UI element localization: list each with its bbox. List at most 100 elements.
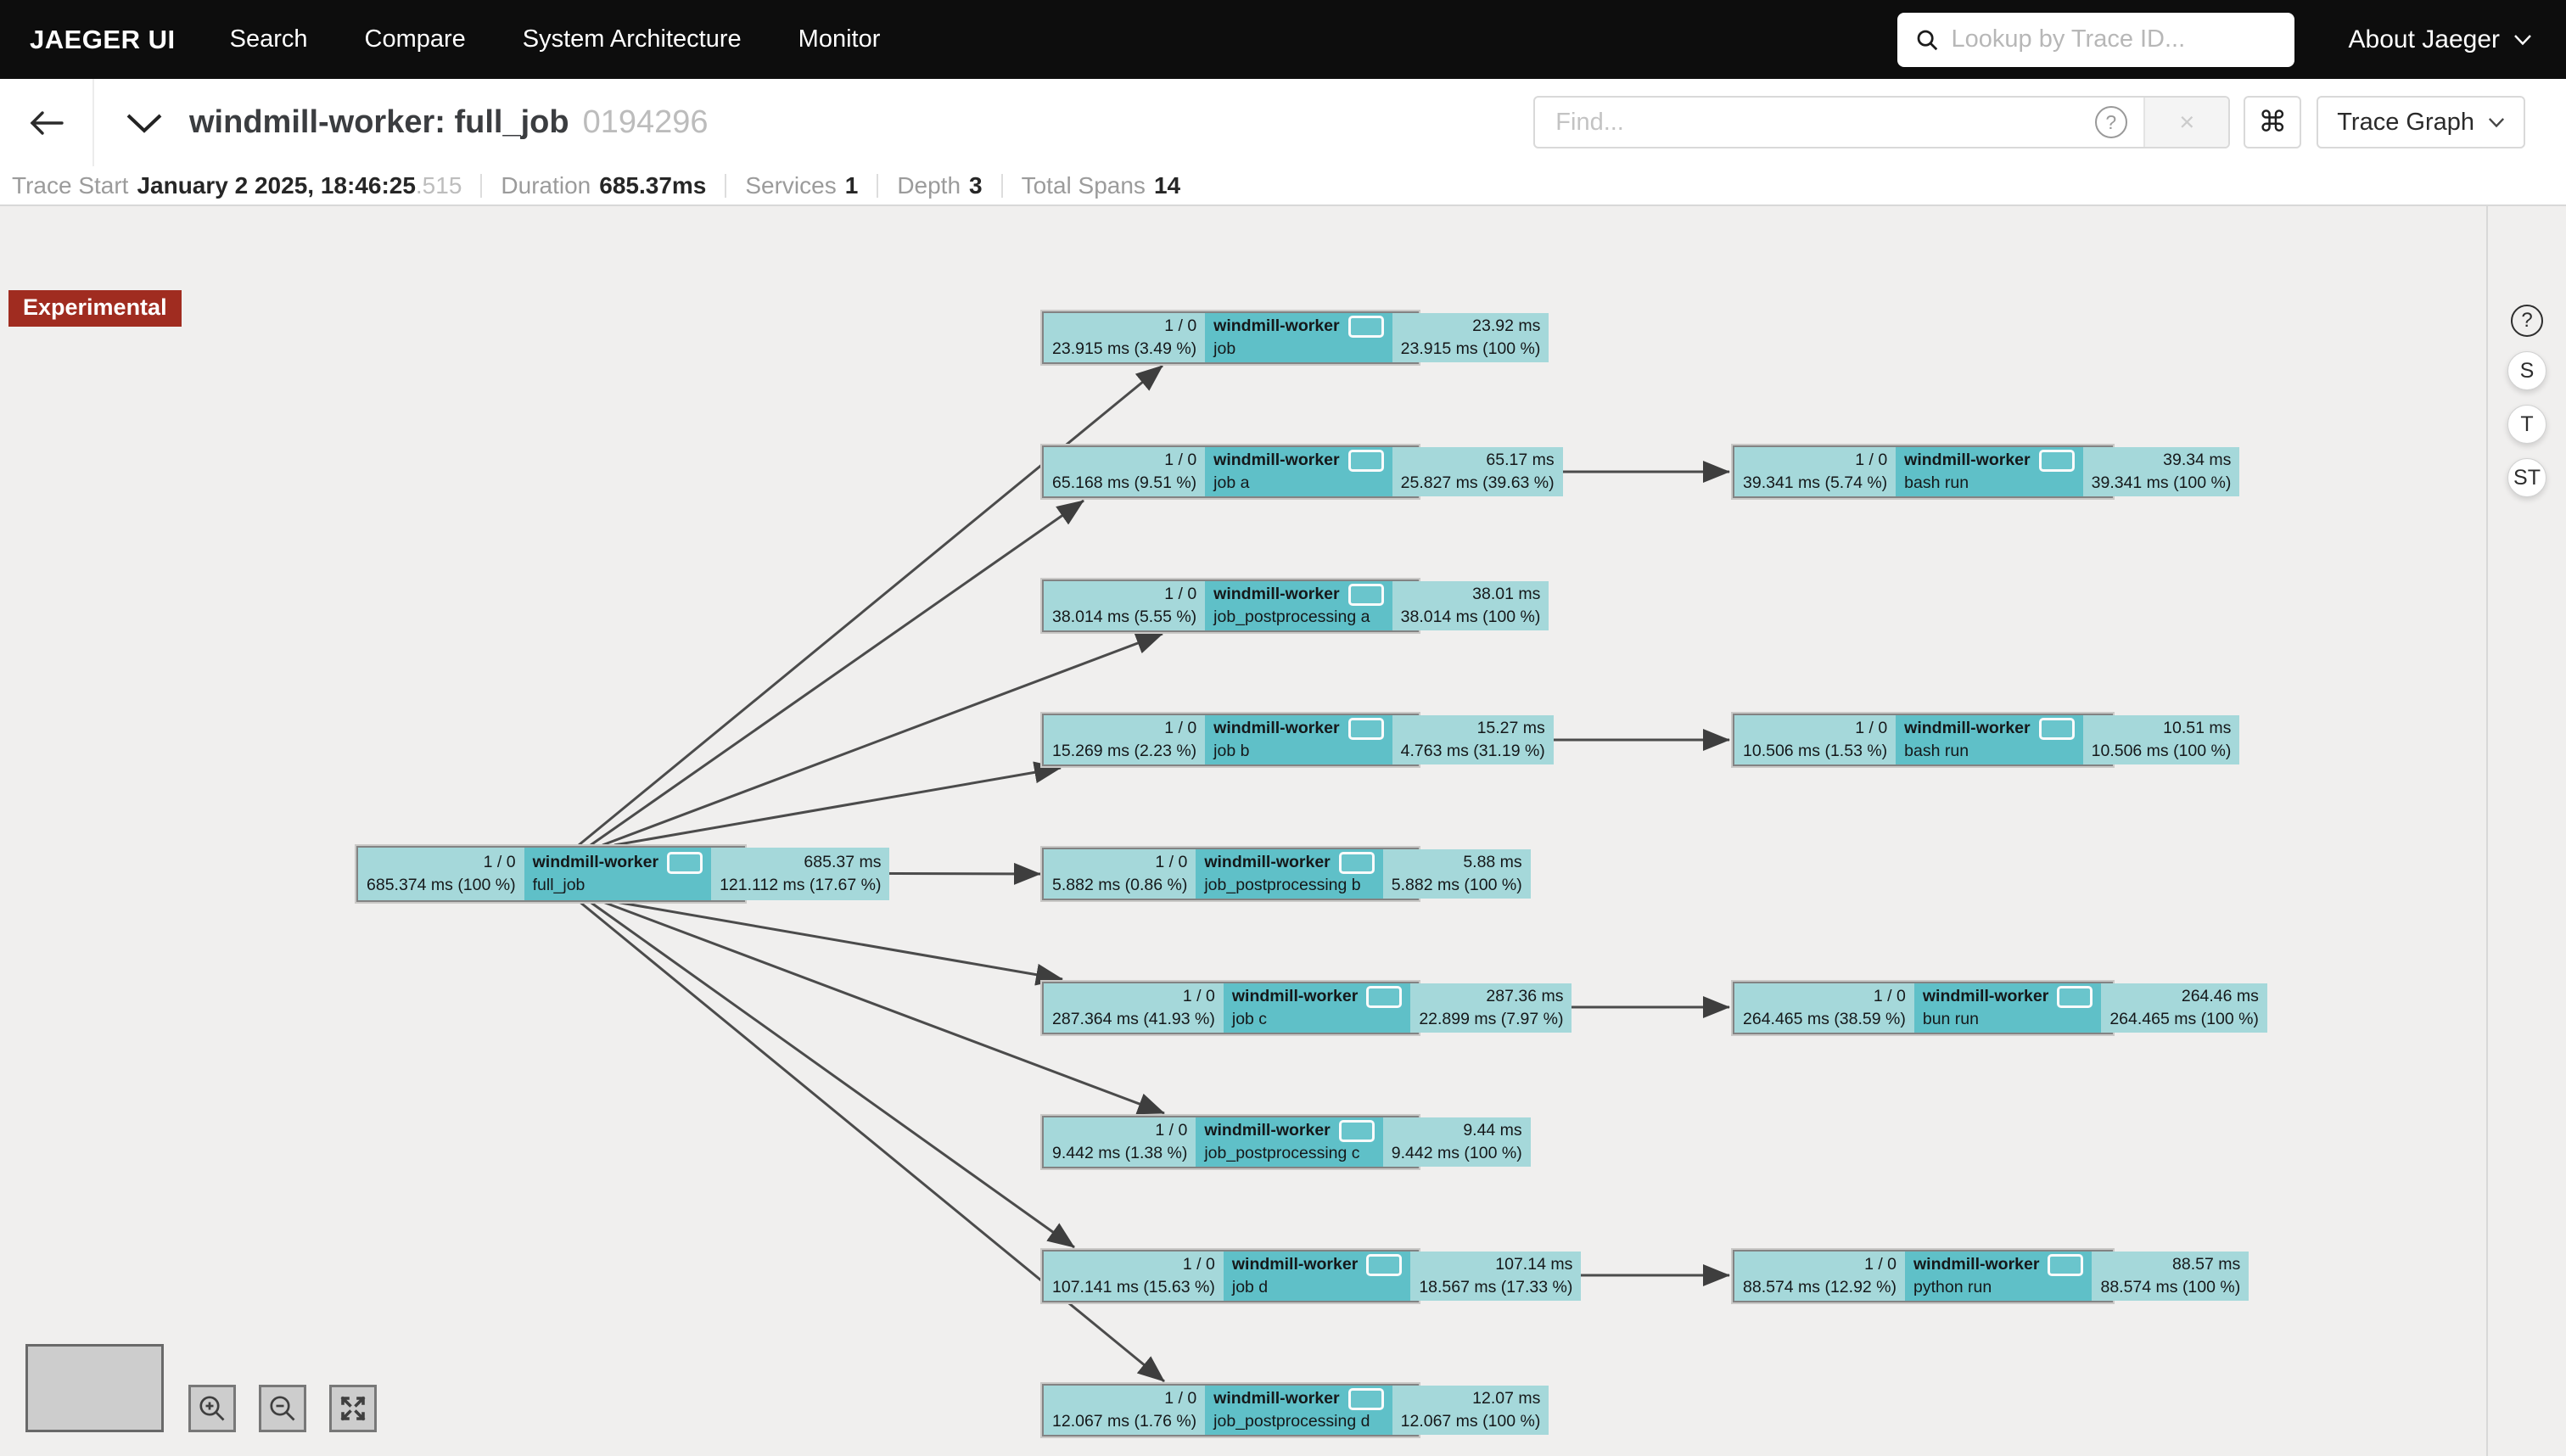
span-count: 1 / 0 — [1052, 583, 1196, 606]
span-node-job_c[interactable]: 1 / 0 287.364 ms (41.93 %) windmill-work… — [1042, 982, 1419, 1034]
trace-start-value: January 2 2025, 18:46:25 — [137, 172, 415, 199]
span-total-duration: 264.46 ms — [2109, 985, 2259, 1008]
chevron-down-icon — [125, 112, 164, 134]
graph-minimap[interactable] — [25, 1344, 164, 1432]
span-total-duration: 9.44 ms — [1392, 1119, 1522, 1142]
span-self-time: 88.574 ms (100 %) — [2100, 1276, 2240, 1299]
span-service-name: windmill-worker — [1204, 1119, 1330, 1142]
span-node-jpp_d[interactable]: 1 / 0 12.067 ms (1.76 %) windmill-worker… — [1042, 1384, 1419, 1436]
span-node-jpp_c[interactable]: 1 / 0 9.442 ms (1.38 %) windmill-worker … — [1042, 1116, 1419, 1168]
span-overall-time: 23.915 ms (3.49 %) — [1052, 338, 1196, 361]
span-overall-time: 9.442 ms (1.38 %) — [1052, 1142, 1187, 1165]
duration-label: Duration — [501, 172, 591, 199]
trace-view-selector[interactable]: Trace Graph — [2317, 96, 2525, 148]
service-color-swatch — [1366, 1254, 1402, 1276]
command-icon: ⌘ — [2258, 105, 2287, 139]
keyboard-shortcuts-button[interactable]: ⌘ — [2244, 96, 2301, 148]
span-operation-name: job c — [1232, 1008, 1402, 1031]
help-button[interactable]: ? — [2511, 305, 2543, 337]
span-count: 1 / 0 — [1743, 717, 1887, 740]
span-node-python_run[interactable]: 1 / 0 88.574 ms (12.92 %) windmill-worke… — [1733, 1250, 2113, 1302]
toggle-selftime-button[interactable]: ST — [2507, 458, 2546, 497]
span-count: 1 / 0 — [1052, 1387, 1196, 1410]
services-value: 1 — [845, 172, 859, 199]
edge-full_job-to-job_a — [591, 501, 1084, 845]
span-node-job_b[interactable]: 1 / 0 15.269 ms (2.23 %) windmill-worker… — [1042, 714, 1419, 766]
service-color-swatch — [1348, 316, 1384, 338]
fit-view-button[interactable] — [329, 1385, 377, 1432]
service-color-swatch — [2039, 450, 2075, 472]
span-total-duration: 12.07 ms — [1401, 1387, 1541, 1410]
span-total-duration: 685.37 ms — [720, 851, 881, 874]
trace-id: 0194296 — [583, 104, 709, 141]
expand-icon — [338, 1393, 368, 1424]
chevron-down-icon — [2513, 34, 2532, 46]
span-service-name: windmill-worker — [1204, 851, 1330, 874]
depth-label: Depth — [897, 172, 961, 199]
span-node-jpp_a[interactable]: 1 / 0 38.014 ms (5.55 %) windmill-worker… — [1042, 580, 1419, 632]
trace-lookup-input[interactable]: Lookup by Trace ID... — [1897, 13, 2294, 67]
span-node-jpp_b[interactable]: 1 / 0 5.882 ms (0.86 %) windmill-worker … — [1042, 848, 1419, 900]
span-node-full_job[interactable]: 1 / 0 685.374 ms (100 %) windmill-worker… — [356, 846, 745, 902]
trace-graph-canvas[interactable]: Experimental 1 / 0 685.374 ms (100 %) wi… — [0, 206, 2566, 1456]
back-arrow-icon — [28, 108, 65, 138]
span-operation-name: job_postprocessing c — [1204, 1142, 1374, 1165]
service-color-swatch — [1348, 450, 1384, 472]
toggle-time-button[interactable]: T — [2507, 405, 2546, 444]
span-total-duration: 23.92 ms — [1401, 315, 1541, 338]
service-color-swatch — [2057, 986, 2093, 1008]
span-total-duration: 10.51 ms — [2092, 717, 2232, 740]
span-total-duration: 287.36 ms — [1419, 985, 1563, 1008]
zoom-in-icon — [197, 1393, 227, 1424]
span-overall-time: 10.506 ms (1.53 %) — [1743, 740, 1887, 763]
zoom-out-icon — [267, 1393, 298, 1424]
trace-start-fraction: .515 — [416, 172, 462, 199]
span-node-bash_run_a[interactable]: 1 / 0 39.341 ms (5.74 %) windmill-worker… — [1733, 445, 2113, 498]
span-service-name: windmill-worker — [1213, 717, 1339, 740]
span-count: 1 / 0 — [1052, 1253, 1215, 1276]
nav-item-search[interactable]: Search — [230, 25, 308, 53]
span-service-name: windmill-worker — [533, 851, 658, 874]
span-overall-time: 107.141 ms (15.63 %) — [1052, 1276, 1215, 1299]
span-count: 1 / 0 — [1743, 449, 1887, 472]
span-overall-time: 264.465 ms (38.59 %) — [1743, 1008, 1906, 1031]
span-overall-time: 5.882 ms (0.86 %) — [1052, 874, 1187, 897]
question-circle-icon: ? — [2095, 106, 2127, 138]
find-input[interactable]: Find... — [1535, 98, 2078, 147]
edge-full_job-to-job_c — [611, 901, 1062, 979]
span-count: 1 / 0 — [1052, 851, 1187, 874]
span-node-bash_run_b[interactable]: 1 / 0 10.506 ms (1.53 %) windmill-worker… — [1733, 714, 2113, 766]
span-node-job_d[interactable]: 1 / 0 107.141 ms (15.63 %) windmill-work… — [1042, 1250, 1419, 1302]
clear-find-button[interactable]: × — [2143, 98, 2228, 147]
span-self-time: 264.465 ms (100 %) — [2109, 1008, 2259, 1031]
jaeger-logo[interactable]: JAEGER UI — [30, 25, 176, 55]
span-node-job[interactable]: 1 / 0 23.915 ms (3.49 %) windmill-worker… — [1042, 311, 1419, 364]
span-operation-name: job b — [1213, 740, 1383, 763]
nav-item-monitor[interactable]: Monitor — [798, 25, 881, 53]
total-spans-value: 14 — [1154, 172, 1180, 199]
service-color-swatch — [2039, 718, 2075, 740]
nav-item-compare[interactable]: Compare — [365, 25, 466, 53]
span-node-job_a[interactable]: 1 / 0 65.168 ms (9.51 %) windmill-worker… — [1042, 445, 1419, 498]
trace-summary-bar: Trace Start January 2 2025, 18:46:25.515… — [0, 166, 2566, 206]
nav-item-system-architecture[interactable]: System Architecture — [523, 25, 742, 53]
total-spans-label: Total Spans — [1022, 172, 1146, 199]
about-jaeger-menu[interactable]: About Jaeger — [2349, 25, 2532, 54]
toggle-service-button[interactable]: S — [2507, 351, 2546, 390]
collapse-trace-toggle[interactable] — [125, 112, 164, 134]
span-node-bun_run[interactable]: 1 / 0 264.465 ms (38.59 %) windmill-work… — [1733, 982, 2113, 1034]
zoom-out-button[interactable] — [259, 1385, 306, 1432]
service-color-swatch — [2048, 1254, 2083, 1276]
zoom-in-button[interactable] — [188, 1385, 236, 1432]
find-help-button[interactable]: ? — [2078, 98, 2143, 147]
span-operation-name: job_postprocessing a — [1213, 606, 1383, 629]
service-color-swatch — [1366, 986, 1402, 1008]
span-overall-time: 685.374 ms (100 %) — [367, 874, 516, 897]
span-service-name: windmill-worker — [1904, 717, 2030, 740]
back-button[interactable] — [0, 79, 94, 166]
span-service-name: windmill-worker — [1213, 449, 1339, 472]
span-self-time: 12.067 ms (100 %) — [1401, 1410, 1541, 1433]
graph-side-toolbar: ? S T ST — [2486, 206, 2566, 1456]
span-self-time: 23.915 ms (100 %) — [1401, 338, 1541, 361]
trace-title: windmill-worker: full_job — [189, 104, 569, 141]
